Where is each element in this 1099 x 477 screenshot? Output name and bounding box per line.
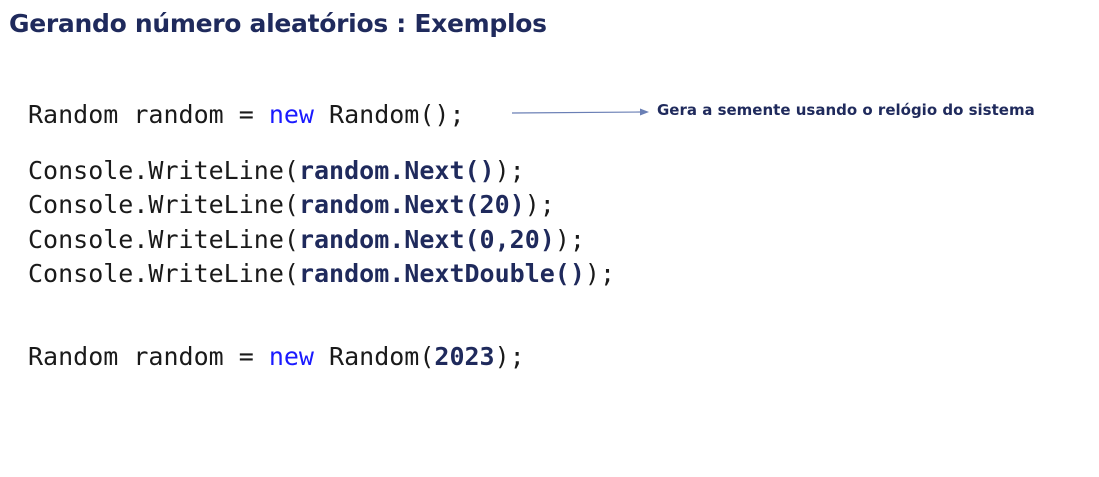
code-text: Random( xyxy=(313,342,435,371)
code-text: Console.WriteLine( xyxy=(28,259,299,288)
code-line-new-random: Random random = new Random(); xyxy=(28,100,465,130)
slide-title: Gerando número aleatórios : Exemplos xyxy=(9,9,547,38)
code-text: ); xyxy=(494,342,525,371)
code-text: ); xyxy=(584,259,616,288)
code-keyword: new xyxy=(268,100,314,129)
code-keyword: new xyxy=(268,342,314,371)
code-text: ); xyxy=(494,156,525,185)
seed-annotation: Gera a semente usando o relógio do siste… xyxy=(512,96,1072,126)
code-text: ); xyxy=(554,225,585,254)
code-text: ); xyxy=(524,190,555,219)
code-line-next-double: Console.WriteLine(random.NextDouble()); xyxy=(28,259,615,289)
code-highlight: random.NextDouble() xyxy=(298,259,585,288)
code-highlight: 2023 xyxy=(434,342,495,371)
code-text: Random random = xyxy=(28,342,269,371)
arrow-right-icon xyxy=(512,108,649,116)
code-highlight: random.Next(0,20) xyxy=(298,225,555,254)
code-line-next-range: Console.WriteLine(random.Next(0,20)); xyxy=(28,225,585,255)
code-text: Console.WriteLine( xyxy=(28,190,299,219)
code-text: Random random = xyxy=(28,100,269,129)
code-text: Console.WriteLine( xyxy=(28,156,299,185)
code-line-next: Console.WriteLine(random.Next()); xyxy=(28,156,525,186)
code-highlight: random.Next() xyxy=(298,156,495,185)
annotation-text: Gera a semente usando o relógio do siste… xyxy=(657,101,1035,119)
code-highlight: random.Next(20) xyxy=(298,190,525,219)
code-text: Random(); xyxy=(313,100,465,129)
code-line-next-max: Console.WriteLine(random.Next(20)); xyxy=(28,190,555,220)
code-text: Console.WriteLine( xyxy=(28,225,299,254)
code-line-new-random-seed: Random random = new Random(2023); xyxy=(28,342,525,372)
